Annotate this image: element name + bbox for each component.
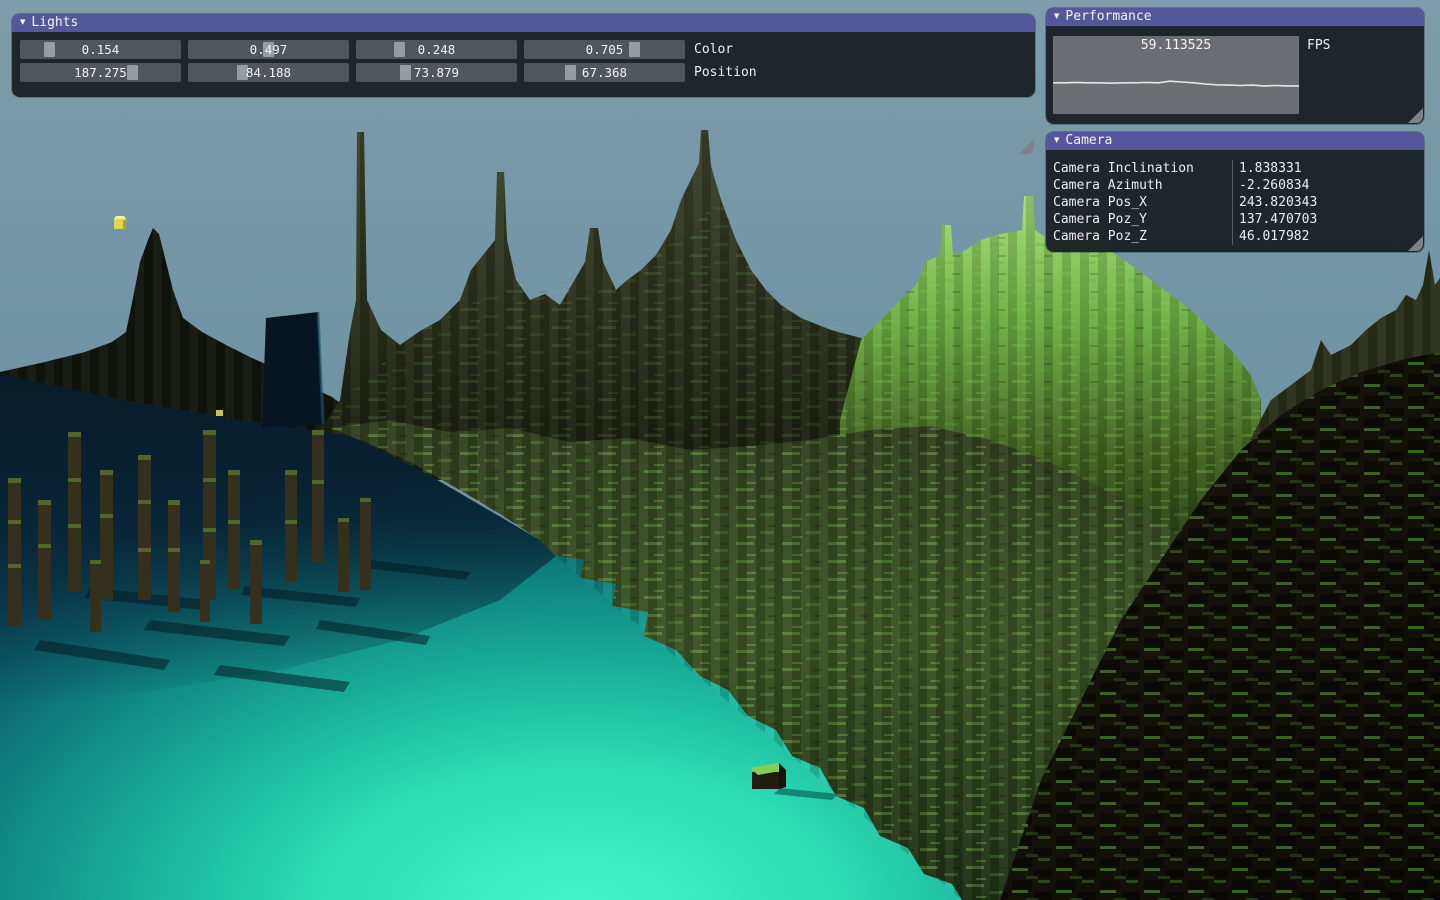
camera-panel-header[interactable]: ▼ Camera [1046, 132, 1424, 150]
camera-azimuth-row: Camera Azimuth -2.260834 [1053, 177, 1424, 194]
color-row-label: Color [694, 42, 733, 57]
light-color-slider-4[interactable]: 0.705 [524, 40, 685, 59]
lights-panel: ▼ Lights 0.154 0.497 0.248 [12, 14, 1035, 97]
slider-value: 187.275 [20, 63, 181, 82]
lights-panel-header[interactable]: ▼ Lights [12, 14, 1035, 32]
slider-value: 73.879 [356, 63, 517, 82]
camera-row-label: Camera Pos_X [1053, 194, 1232, 211]
performance-panel: ▼ Performance 59.113525 FPS [1046, 8, 1424, 124]
slider-value: 84.188 [188, 63, 349, 82]
lights-panel-title: Lights [31, 14, 78, 32]
slider-value: 0.497 [188, 40, 349, 59]
camera-inclination-row: Camera Inclination 1.838331 [1053, 160, 1424, 177]
light-position-slider-1[interactable]: 187.275 [20, 63, 181, 82]
camera-row-value: -2.260834 [1232, 177, 1309, 194]
camera-row-value: 243.820343 [1232, 194, 1317, 211]
camera-panel-title: Camera [1065, 132, 1112, 150]
sun-light-cube [114, 216, 126, 229]
light-color-slider-2[interactable]: 0.497 [188, 40, 349, 59]
voxel-engine-window: ▼ Lights 0.154 0.497 0.248 [0, 0, 1440, 900]
light-color-slider-3[interactable]: 0.248 [356, 40, 517, 59]
performance-panel-title: Performance [1065, 8, 1151, 26]
camera-pos-z-row: Camera Poz_Z 46.017982 [1053, 228, 1424, 245]
light-position-slider-4[interactable]: 67.368 [524, 63, 685, 82]
camera-row-label: Camera Inclination [1053, 160, 1232, 177]
collapse-arrow-icon[interactable]: ▼ [1054, 132, 1059, 150]
camera-row-label: Camera Azimuth [1053, 177, 1232, 194]
camera-row-label: Camera Poz_Z [1053, 228, 1232, 245]
monolith [262, 312, 323, 428]
camera-row-value: 46.017982 [1232, 228, 1309, 245]
light-color-slider-1[interactable]: 0.154 [20, 40, 181, 59]
slider-value: 0.248 [356, 40, 517, 59]
slider-value: 67.368 [524, 63, 685, 82]
camera-row-label: Camera Poz_Y [1053, 211, 1232, 228]
camera-panel: ▼ Camera Camera Inclination 1.838331 Cam… [1046, 132, 1424, 252]
collapse-arrow-icon[interactable]: ▼ [1054, 8, 1059, 26]
fps-current-value: 59.113525 [1053, 38, 1299, 53]
camera-pos-x-row: Camera Pos_X 243.820343 [1053, 194, 1424, 211]
performance-panel-header[interactable]: ▼ Performance [1046, 8, 1424, 26]
position-row-label: Position [694, 65, 757, 80]
camera-pos-y-row: Camera Poz_Y 137.470703 [1053, 211, 1424, 228]
light-position-slider-2[interactable]: 84.188 [188, 63, 349, 82]
light-color-row: 0.154 0.497 0.248 0.705 Color [20, 40, 1027, 59]
light-position-row: 187.275 84.188 73.879 67.368 Position [20, 63, 1027, 82]
fps-label: FPS [1307, 38, 1330, 53]
camera-row-value: 137.470703 [1232, 211, 1317, 228]
camera-row-value: 1.838331 [1232, 160, 1302, 177]
fps-history-graph[interactable]: 59.113525 [1053, 36, 1299, 114]
slider-value: 0.705 [524, 40, 685, 59]
slider-value: 0.154 [20, 40, 181, 59]
collapse-arrow-icon[interactable]: ▼ [20, 14, 25, 32]
light-position-slider-3[interactable]: 73.879 [356, 63, 517, 82]
sun-reflection-cube [216, 410, 223, 416]
